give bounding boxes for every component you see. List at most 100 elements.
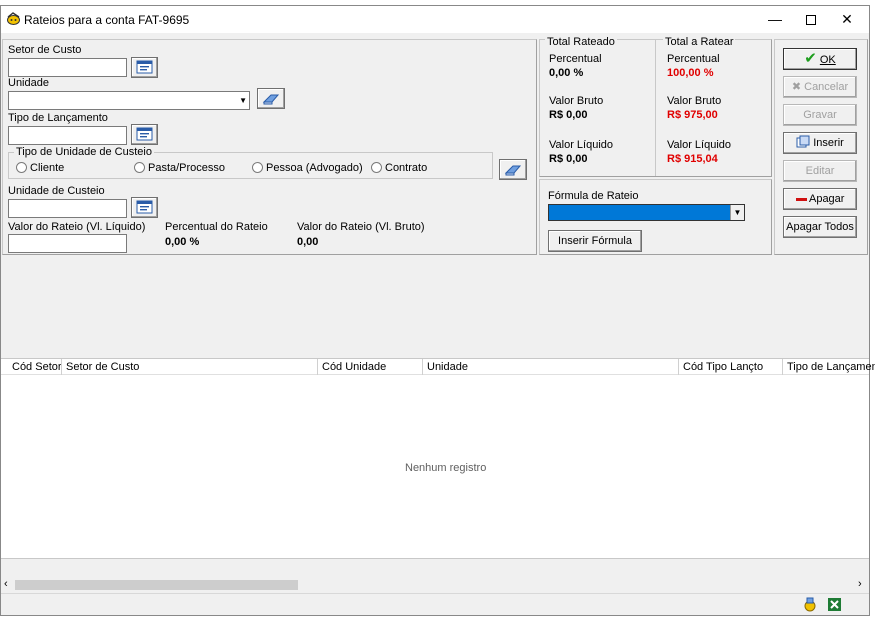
checkmark-icon: ✔ [804, 50, 817, 67]
column-divider [782, 359, 783, 375]
unidade-custeio-lookup-button[interactable] [131, 197, 158, 218]
col-setor-custo[interactable]: Setor de Custo [66, 361, 139, 373]
column-divider [678, 359, 679, 375]
column-divider [422, 359, 423, 375]
inserir-button[interactable]: Inserir [783, 132, 857, 154]
apagar-button[interactable]: Apagar [783, 188, 857, 210]
ratear-bruto-value: R$ 975,00 [667, 109, 718, 121]
rateado-liquido-label: Valor Líquido [549, 139, 614, 151]
col-tipo-lancamento[interactable]: Tipo de Lançamento [787, 361, 875, 373]
ratear-liquido-label: Valor Líquido [667, 139, 732, 151]
col-unidade[interactable]: Unidade [427, 361, 468, 373]
form-panel: Setor de Custo Unidade ▼ Tipo de Lançame… [2, 39, 537, 255]
radio-contrato[interactable] [371, 162, 382, 173]
totals-panel: Total Rateado Percentual 0,00 % Valor Br… [539, 36, 772, 177]
ok-button[interactable]: ✔ OK [783, 48, 857, 70]
inserir-formula-button[interactable]: Inserir Fórmula [548, 230, 642, 252]
rateado-percentual-value: 0,00 % [549, 67, 584, 79]
app-logo-icon [6, 12, 21, 29]
radio-cliente[interactable] [16, 162, 27, 173]
valor-liquido-input[interactable] [8, 234, 127, 253]
radio-pessoa[interactable] [252, 162, 263, 173]
tipo-lancamento-label: Tipo de Lançamento [8, 112, 108, 124]
valor-liquido-label: Valor do Rateio (Vl. Líquido) [8, 221, 146, 233]
eraser-icon [504, 165, 522, 179]
apagar-todos-button[interactable]: Apagar Todos [783, 216, 857, 238]
title-bar: Rateios para a conta FAT-9695 — ✕ [1, 6, 869, 33]
apagar-label: Apagar [808, 193, 845, 205]
maximize-button[interactable] [793, 6, 829, 33]
radio-pessoa-label: Pessoa (Advogado) [266, 162, 363, 174]
formula-label: Fórmula de Rateio [548, 190, 639, 202]
tipo-lancamento-input[interactable] [8, 126, 127, 145]
chevron-down-icon: ▼ [730, 205, 744, 220]
tipo-lancamento-lookup-button[interactable] [131, 124, 158, 145]
minus-icon [795, 197, 807, 201]
column-divider [317, 359, 318, 375]
editar-label: Editar [805, 165, 835, 177]
cancelar-label: Cancelar [804, 81, 849, 93]
col-cod-tipo-lancto[interactable]: Cód Tipo Lançto [683, 361, 763, 373]
minimize-icon: — [768, 11, 782, 27]
minimize-button[interactable]: — [757, 6, 793, 33]
x-icon: ✖ [791, 81, 802, 93]
maximize-icon [806, 15, 816, 26]
ratear-bruto-label: Valor Bruto [667, 95, 722, 107]
empty-grid-message: Nenhum registro [405, 462, 487, 474]
setor-label: Setor de Custo [8, 44, 82, 56]
tipo-unidade-clear-button[interactable] [499, 159, 527, 180]
status-bar [1, 593, 869, 615]
col-cod-setor[interactable]: Cód Setor [12, 361, 62, 373]
scroll-right-icon[interactable]: › [858, 578, 862, 590]
gravar-button[interactable]: Gravar [783, 104, 857, 126]
ratear-percentual-label: Percentual [667, 53, 720, 65]
ok-label: OK [819, 54, 836, 66]
radio-pasta-processo-label: Pasta/Processo [148, 162, 226, 174]
tipo-unidade-label: Tipo de Unidade de Custeio [14, 146, 154, 158]
records-grid[interactable]: Cód Setor Setor de Custo Cód Unidade Uni… [1, 358, 875, 559]
window-title: Rateios para a conta FAT-9695 [24, 13, 190, 27]
scrollbar-thumb[interactable] [15, 580, 298, 590]
actions-panel: ✔ OK ✖ Cancelar Gravar Inserir Editar Ap… [774, 39, 868, 255]
total-rateado-title: Total Rateado [545, 36, 617, 48]
setor-lookup-button[interactable] [131, 57, 158, 78]
unidade-select[interactable]: ▼ [8, 91, 250, 110]
lookup-icon [136, 200, 153, 218]
gravar-label: Gravar [803, 109, 837, 121]
apagar-todos-label: Apagar Todos [786, 221, 854, 233]
chevron-down-icon: ▼ [239, 96, 247, 105]
print-icon[interactable] [803, 597, 817, 615]
cancelar-button[interactable]: ✖ Cancelar [783, 76, 857, 98]
scroll-left-icon[interactable]: ‹ [4, 578, 8, 590]
rateado-percentual-label: Percentual [549, 53, 602, 65]
formula-select[interactable]: ▼ [548, 204, 745, 221]
close-icon: ✕ [841, 11, 853, 27]
rateado-bruto-value: R$ 0,00 [549, 109, 588, 121]
column-divider [61, 359, 62, 375]
lookup-icon [136, 60, 153, 78]
col-cod-unidade[interactable]: Cód Unidade [322, 361, 386, 373]
total-ratear-title: Total a Ratear [663, 36, 736, 48]
grid-header: Cód Setor Setor de Custo Cód Unidade Uni… [1, 359, 875, 375]
eraser-icon [262, 94, 280, 108]
unidade-custeio-input[interactable] [8, 199, 127, 218]
radio-pasta-processo[interactable] [134, 162, 145, 173]
setor-input[interactable] [8, 58, 127, 77]
rateios-window: Rateios para a conta FAT-9695 — ✕ Setor … [0, 5, 875, 616]
unidade-clear-button[interactable] [257, 88, 285, 109]
inserir-formula-label: Inserir Fórmula [558, 235, 632, 247]
excel-icon[interactable] [827, 597, 842, 615]
valor-bruto-label: Valor do Rateio (Vl. Bruto) [297, 221, 425, 233]
ratear-percentual-value: 100,00 % [667, 67, 714, 79]
new-record-icon [796, 135, 810, 149]
radio-cliente-label: Cliente [30, 162, 65, 174]
percentual-rateio-value: 0,00 % [165, 236, 200, 248]
rateado-bruto-label: Valor Bruto [549, 95, 604, 107]
inserir-label: Inserir [813, 137, 844, 149]
editar-button[interactable]: Editar [783, 160, 857, 182]
close-button[interactable]: ✕ [829, 6, 865, 33]
radio-contrato-label: Contrato [385, 162, 428, 174]
valor-bruto-value: 0,00 [297, 236, 319, 248]
horizontal-scrollbar[interactable]: ‹ › [1, 577, 869, 593]
percentual-rateio-label: Percentual do Rateio [165, 221, 268, 233]
